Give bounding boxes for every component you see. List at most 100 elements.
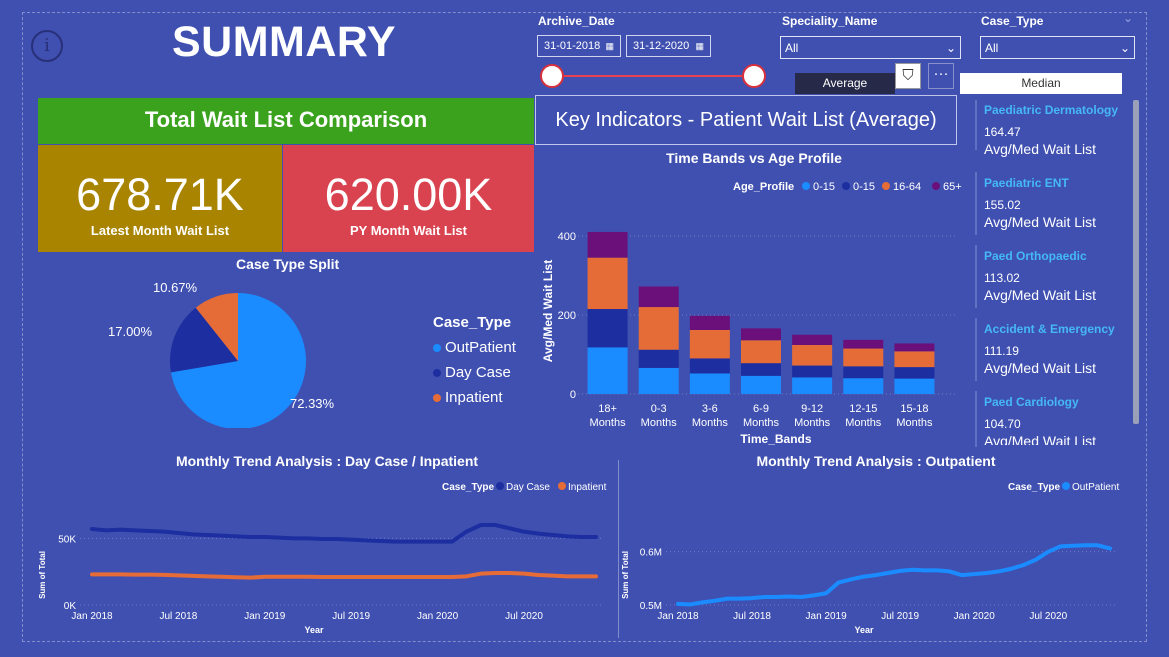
x-tick-label: Months — [896, 417, 933, 429]
bar-chart-title: Time Bands vs Age Profile — [666, 150, 842, 166]
speciality-card[interactable]: Paed Orthopaedic 113.02 Avg/Med Wait List — [984, 249, 1129, 303]
bar-segment — [843, 348, 884, 367]
pie-title: Case Type Split — [236, 256, 340, 272]
x-tick-label: Jul 2020 — [1029, 611, 1067, 622]
bar-segment — [741, 375, 781, 394]
daycase-inpatient-trend-chart: Monthly Trend Analysis : Day Case / Inpa… — [38, 453, 607, 635]
x-tick-label: Months — [743, 417, 780, 429]
x-tick-label: Jul 2019 — [881, 611, 919, 622]
bar-segment — [792, 344, 833, 366]
date-to-input[interactable]: 31-12-2020 ▦ — [626, 35, 711, 57]
case-type-label: Case_Type — [981, 14, 1044, 28]
legend-item: 16-64 — [893, 181, 921, 193]
line-chart-title: Monthly Trend Analysis : Day Case / Inpa… — [176, 453, 478, 469]
pie-chart: 72.33% 17.00% 10.67% — [108, 280, 335, 428]
x-tick-label: 18+ — [598, 403, 617, 415]
bar-segment — [792, 334, 833, 345]
x-tick-label: Jan 2018 — [71, 611, 113, 622]
speciality-card[interactable]: Accident & Emergency 111.19 Avg/Med Wait L… — [984, 322, 1129, 376]
case-type-select[interactable]: All ⌄ — [980, 36, 1135, 59]
archive-date-label: Archive_Date — [538, 14, 615, 28]
legend-dot — [842, 182, 850, 190]
legend-item: Day Case — [506, 482, 550, 493]
x-tick-label: 3-6 — [702, 403, 718, 415]
key-indicators-button[interactable]: Key Indicators - Patient Wait List (Aver… — [535, 95, 957, 145]
py-month-value: 620.00K — [324, 169, 493, 220]
speciality-card[interactable]: Paediatric ENT 155.02 Avg/Med Wait List — [984, 176, 1129, 230]
speciality-select[interactable]: All ⌄ — [780, 36, 961, 59]
latest-month-value: 678.71K — [76, 169, 244, 220]
pie-pct-label: 10.67% — [153, 280, 198, 295]
bar-segment — [638, 307, 679, 350]
time-bands-chart: Time Bands vs Age Profile Age_Profile 0-15… — [541, 150, 962, 446]
toggle-average-button[interactable]: Average — [795, 73, 895, 94]
latest-month-card: 678.71K Latest Month Wait List — [38, 145, 282, 252]
x-tick-label: 6-9 — [753, 403, 769, 415]
bar-segment — [587, 347, 628, 394]
speciality-label: Speciality_Name — [782, 14, 878, 28]
legend-dot — [1062, 482, 1070, 490]
date-from-input[interactable]: 31-01-2018 ▦ — [537, 35, 621, 57]
chevron-down-icon: ⌄ — [1119, 40, 1130, 55]
legend-title: Age_Profile — [733, 181, 794, 193]
speciality-scrollbar[interactable] — [1133, 100, 1139, 424]
y-tick-label: 0.6M — [640, 548, 662, 559]
bar-segment — [587, 231, 628, 258]
x-tick-label: Months — [692, 417, 729, 429]
bar-segment — [894, 367, 935, 379]
y-tick-label: 50K — [58, 534, 76, 545]
legend-item-inpatient: Inpatient — [433, 389, 516, 406]
bar-segment — [638, 367, 679, 394]
filter-icon[interactable]: ⛉ — [895, 63, 921, 89]
line-chart-title: Monthly Trend Analysis : Outpatient — [756, 453, 995, 469]
info-icon[interactable]: i — [31, 30, 63, 62]
bar-segment — [741, 328, 781, 341]
x-axis-label: Year — [304, 625, 324, 635]
speciality-card[interactable]: Paediatric Dermatology 164.47 Avg/Med Wait… — [984, 103, 1129, 157]
bar-segment — [638, 286, 679, 308]
bar-segment — [894, 351, 935, 368]
bar-segment — [894, 378, 935, 394]
x-tick-label: 12-15 — [849, 403, 877, 415]
y-tick-label: 400 — [558, 231, 576, 243]
bar-segment — [689, 358, 730, 374]
pie-legend: Case_Type OutPatient Day Case Inpatient — [433, 314, 516, 406]
x-tick-label: Jan 2020 — [954, 611, 996, 622]
legend-item-daycase: Day Case — [433, 364, 516, 381]
x-tick-label: Jan 2020 — [417, 611, 459, 622]
series-line — [90, 571, 598, 580]
divider — [618, 460, 619, 638]
legend-item: 0-15 — [813, 181, 835, 193]
bar-segment — [894, 343, 935, 352]
py-month-label: PY Month Wait List — [350, 223, 467, 238]
legend-dot — [558, 482, 566, 490]
more-options-icon[interactable]: ··· — [928, 63, 954, 89]
bar-segment — [741, 340, 781, 364]
date-slider-track[interactable] — [552, 75, 754, 77]
speciality-card[interactable]: Paed Cardiology 104.70 Avg/Med Wait List — [984, 395, 1129, 445]
calendar-icon[interactable]: ▦ — [695, 41, 704, 52]
date-slider-end-handle[interactable] — [742, 64, 766, 88]
legend-dot — [802, 182, 810, 190]
calendar-icon[interactable]: ▦ — [605, 41, 614, 52]
chevron-up-icon[interactable]: ⌄ — [1123, 11, 1133, 25]
x-tick-label: Jan 2019 — [806, 611, 848, 622]
y-tick-label: 0 — [570, 389, 576, 401]
bar-segment — [587, 257, 628, 310]
series-line — [90, 523, 598, 544]
x-tick-label: Jan 2018 — [657, 611, 699, 622]
y-axis-label: Avg/Med Wait List — [541, 260, 555, 362]
series-line — [676, 543, 1112, 607]
pie-pct-label: 17.00% — [108, 324, 153, 339]
x-tick-label: Jul 2020 — [505, 611, 543, 622]
legend-item: Inpatient — [568, 482, 607, 493]
x-tick-label: Months — [794, 417, 831, 429]
legend-item: 65+ — [943, 181, 962, 193]
legend-dot — [932, 182, 940, 190]
y-axis-label: Sum of Total — [38, 551, 47, 599]
toggle-median-button[interactable]: Median — [960, 73, 1122, 94]
bar-segment — [741, 363, 781, 376]
date-slider-start-handle[interactable] — [540, 64, 564, 88]
bar-segment — [792, 377, 833, 394]
bar-segment — [587, 309, 628, 348]
